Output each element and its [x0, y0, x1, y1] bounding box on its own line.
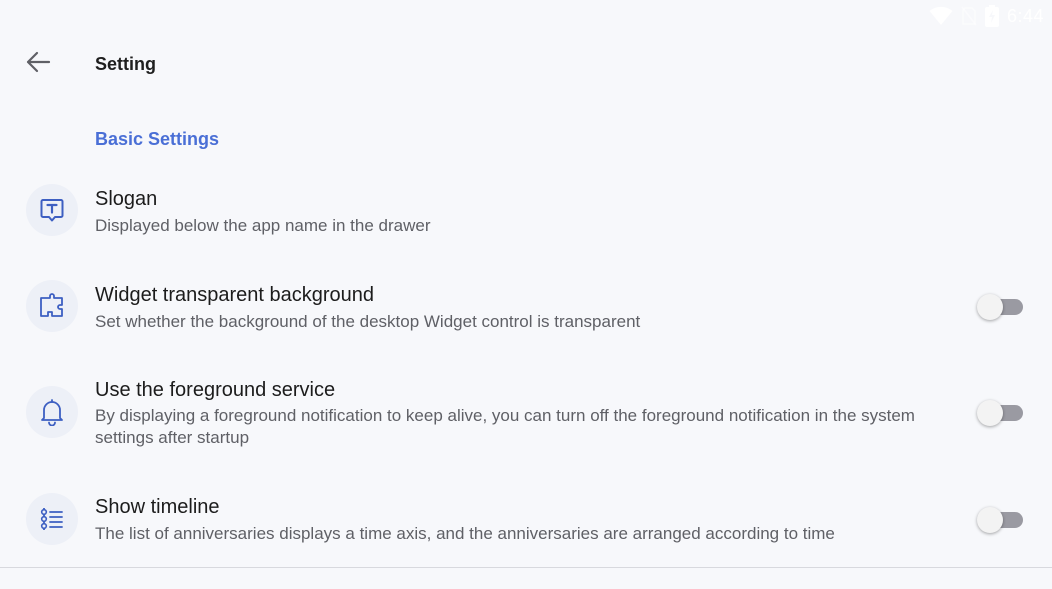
setting-description: Set whether the background of the deskto… — [95, 312, 641, 331]
wifi-icon — [929, 6, 953, 26]
setting-description: By displaying a foreground notification … — [95, 406, 915, 447]
setting-row-foreground-service[interactable]: Use the foreground service By displaying… — [0, 372, 1052, 472]
setting-description: Displayed below the app name in the draw… — [95, 216, 431, 235]
setting-title: Show timeline — [95, 496, 220, 518]
widget-transparent-toggle[interactable] — [975, 293, 1025, 321]
toggle-thumb — [977, 294, 1003, 320]
status-bar: 6:44 — [929, 0, 1052, 32]
page-title: Setting — [95, 54, 156, 74]
bottom-divider — [0, 567, 1052, 568]
setting-title: Slogan — [95, 188, 158, 210]
setting-description: The list of anniversaries displays a tim… — [95, 524, 835, 543]
toggle-thumb — [977, 400, 1003, 426]
bell-icon — [26, 386, 78, 438]
show-timeline-toggle[interactable] — [975, 506, 1025, 534]
widget-icon — [26, 280, 78, 332]
settings-screen: 6:44 Setting Basic Settings Slogan Displ… — [0, 0, 1052, 589]
text-box-icon — [26, 184, 78, 236]
setting-row-show-timeline[interactable]: Show timeline The list of anniversaries … — [0, 490, 1052, 562]
back-button[interactable] — [18, 44, 58, 84]
setting-title: Widget transparent background — [95, 284, 375, 306]
arrow-back-icon — [25, 51, 51, 78]
app-bar: Setting — [0, 40, 1052, 88]
battery-charging-icon — [984, 5, 999, 27]
setting-row-widget-transparent[interactable]: Widget transparent background Set whethe… — [0, 276, 1052, 352]
no-sim-icon — [961, 6, 977, 26]
status-time: 6:44 — [1006, 5, 1044, 26]
foreground-service-toggle[interactable] — [975, 399, 1025, 427]
timeline-icon — [26, 493, 78, 545]
setting-title: Use the foreground service — [95, 379, 336, 401]
setting-row-slogan[interactable]: Slogan Displayed below the app name in t… — [0, 180, 1052, 256]
toggle-thumb — [977, 507, 1003, 533]
section-header: Basic Settings — [95, 129, 220, 149]
